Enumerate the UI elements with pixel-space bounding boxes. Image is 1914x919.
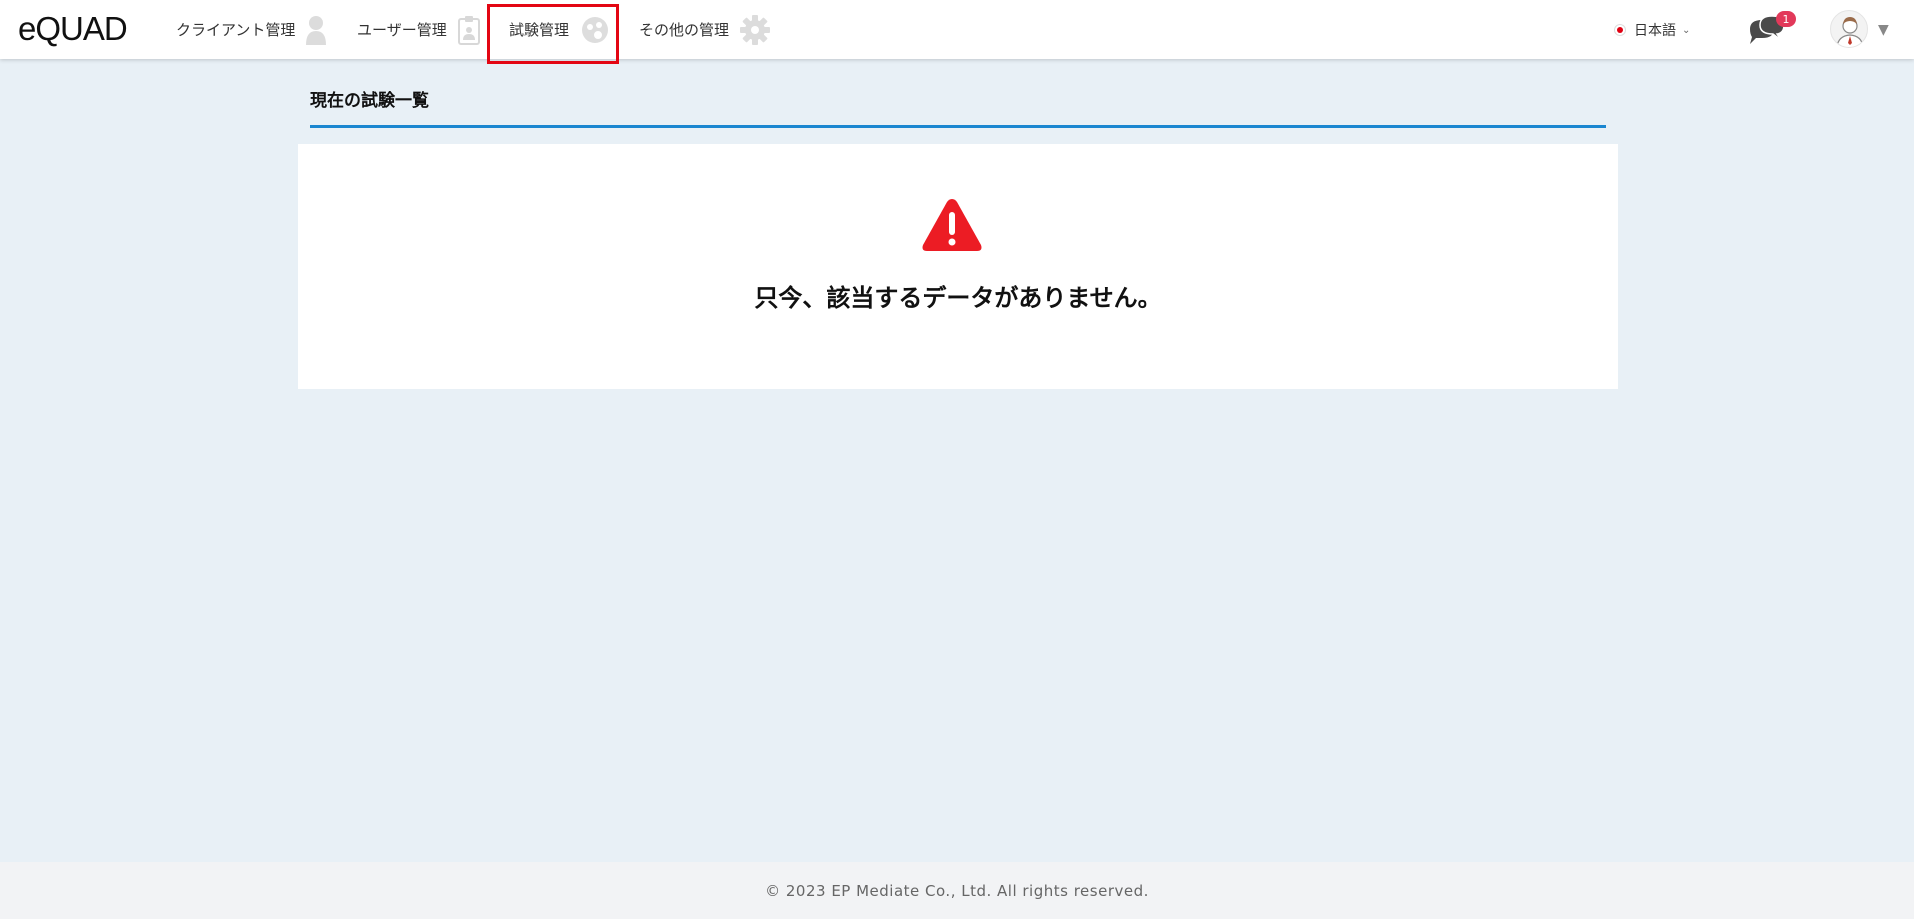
id-badge-icon bbox=[457, 14, 481, 46]
nav-client-management-label: クライアント管理 bbox=[176, 21, 296, 39]
warning-icon bbox=[920, 196, 984, 258]
chevron-down-icon: ⌄ bbox=[1682, 24, 1691, 36]
nav-other-management[interactable]: その他の管理 bbox=[639, 0, 771, 59]
nav-active-outline bbox=[487, 4, 619, 64]
copyright-text: © 2023 EP Mediate Co., Ltd. All rights r… bbox=[765, 881, 1149, 900]
nav-user-management-label: ユーザー管理 bbox=[357, 21, 447, 39]
notification-badge: 1 bbox=[1776, 11, 1796, 27]
empty-state-message: 只今、該当するデータがありません。 bbox=[754, 284, 1162, 312]
nav-client-management[interactable]: クライアント管理 bbox=[176, 0, 327, 59]
user-menu-caret-icon[interactable]: ▼ bbox=[1878, 22, 1889, 38]
language-selector[interactable]: 日本語 ⌄ bbox=[1614, 18, 1690, 42]
avatar[interactable] bbox=[1830, 10, 1868, 48]
equad-logo[interactable]: eQUAD bbox=[18, 8, 128, 50]
person-icon bbox=[305, 14, 327, 46]
page-title: 現在の試験一覧 bbox=[310, 91, 429, 111]
nav-other-management-label: その他の管理 bbox=[639, 21, 730, 39]
footer: © 2023 EP Mediate Co., Ltd. All rights r… bbox=[0, 862, 1914, 919]
top-header: eQUAD クライアント管理 ユーザー管理 試験管理 その他の管理 日本語 ⌄ … bbox=[0, 0, 1914, 64]
user-avatar-icon bbox=[1836, 17, 1864, 47]
nav-user-management[interactable]: ユーザー管理 bbox=[357, 0, 481, 59]
logo-text: eQUAD bbox=[18, 10, 128, 47]
title-divider bbox=[310, 125, 1606, 128]
language-label: 日本語 bbox=[1634, 23, 1676, 39]
japan-flag-icon bbox=[1614, 24, 1626, 36]
gear-icon bbox=[739, 14, 771, 46]
exam-list-panel: 只今、該当するデータがありません。 bbox=[298, 144, 1618, 389]
